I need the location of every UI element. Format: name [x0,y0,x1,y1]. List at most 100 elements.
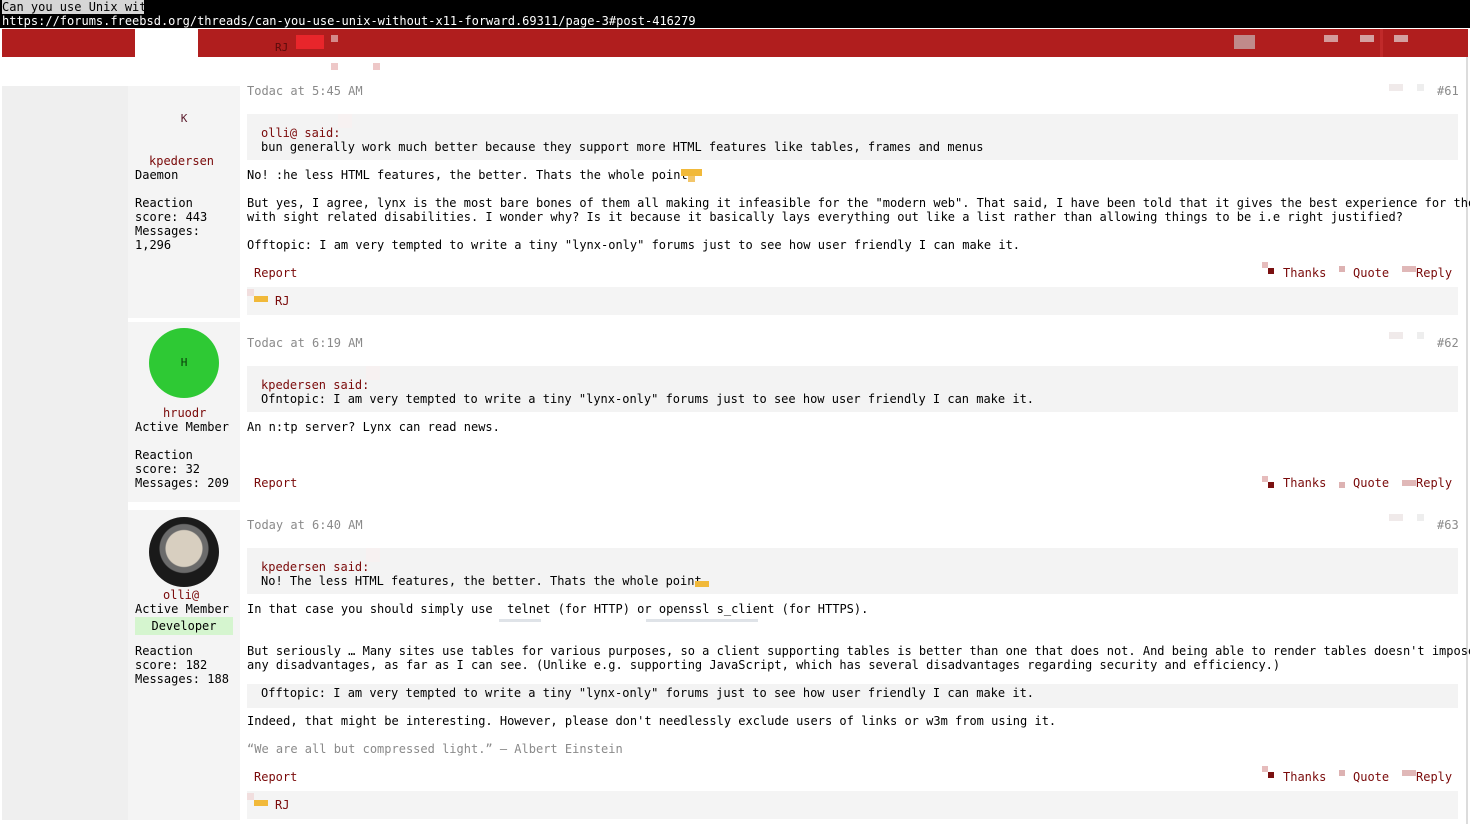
bookmark-icon[interactable] [1417,84,1424,91]
signature: “We are all but compressed light.” – Alb… [247,742,623,756]
post-paragraph: No! :he less HTML features, the better. … [247,168,688,182]
user-title: Active Member [135,420,229,434]
left-gutter [2,86,128,820]
thanks-link[interactable]: Thanks [1283,476,1326,490]
avatar[interactable]: K [149,84,219,154]
code-openssl: openssl s_client [658,602,775,616]
text-segment: (for HTTP) or [550,602,659,616]
title-bar [0,0,1470,14]
post-date[interactable]: Today at 6:40 AM [247,518,363,532]
thanks-icon-part [1268,772,1274,778]
reply-icon[interactable] [1402,266,1416,272]
title-input[interactable] [2,0,144,14]
inline-quote-text: Offtopic: I am very tempted to write a t… [261,686,1035,700]
code-telnet: telnet [507,602,551,616]
thanks-link[interactable]: Thanks [1283,770,1326,784]
share-icon[interactable] [1389,514,1403,521]
reactions-bar [247,791,1458,819]
quote-icon[interactable] [1339,482,1345,488]
quote-icon[interactable] [1339,266,1345,272]
quote-link[interactable]: Quote [1353,476,1389,490]
avatar[interactable] [149,517,219,587]
smile-emoji-icon [681,169,702,176]
reactions-bar [247,287,1458,315]
quote-author-link[interactable]: olli@ said: [261,126,340,140]
reaction-like-icon[interactable] [247,793,254,800]
bell-icon[interactable] [1360,35,1374,42]
quote-expand-icon[interactable] [338,114,352,128]
post-paragraph: In that case you should simply use telne… [247,602,868,616]
search-icon[interactable] [1394,35,1408,42]
text-segment: (for HTTPS). [774,602,869,616]
reaction-users-link[interactable]: RJ [275,294,289,308]
post-paragraph: But yes, I agree, lynx is the most bare … [247,196,1470,224]
frame-edge [1466,57,1468,824]
avatar-initial: H [180,356,188,369]
share-icon[interactable] [1389,332,1403,339]
smile-emoji-icon [695,581,709,587]
nav-tab-home[interactable] [135,29,198,57]
menu-icon[interactable] [331,35,338,42]
reaction-users-link[interactable]: RJ [275,798,289,812]
avatar[interactable]: H [149,328,219,398]
quote-link[interactable]: Quote [1353,770,1389,784]
report-link[interactable]: Report [254,476,297,490]
post-number[interactable]: #62 [1437,336,1459,350]
reply-link[interactable]: Reply [1416,770,1452,784]
post-paragraph: Indeed, that might be interesting. Howev… [247,714,1057,728]
user-title: Daemon [135,168,179,182]
nav-user-initials[interactable]: RJ [275,41,288,55]
username-link[interactable]: kpedersen [149,154,214,168]
quote-expand-icon[interactable] [366,548,380,562]
post-paragraph: But seriously … Many sites use tables fo… [247,644,1470,672]
reply-link[interactable]: Reply [1416,266,1452,280]
breadcrumb-icon [373,63,380,70]
share-icon[interactable] [1389,84,1403,91]
post-number[interactable]: #63 [1437,518,1459,532]
reaction-emoji-icon[interactable] [254,800,268,806]
quote-author-link[interactable]: kpedersen said: [261,560,369,574]
smile-emoji-icon-part [688,176,695,182]
thanks-link[interactable]: Thanks [1283,266,1326,280]
post-number[interactable]: #61 [1437,84,1459,98]
alert-icon[interactable] [296,35,324,49]
post-paragraph: Offtopic: I am very tempted to write a t… [247,238,1021,252]
quote-text: No! The less HTML features, the better. … [261,574,702,588]
text-segment: In that case you should simply use [247,602,500,616]
quote-icon[interactable] [1339,770,1345,776]
inline-code-underline [646,619,758,622]
reply-icon[interactable] [1402,770,1416,776]
avatar-initial: K [180,112,188,125]
bookmark-icon[interactable] [1417,332,1424,339]
user-stats: Reaction score: 32 Messages: 209 [135,448,229,490]
reply-link[interactable]: Reply [1416,476,1452,490]
account-icon[interactable] [1234,35,1255,49]
thanks-icon-part [1268,268,1274,274]
user-stats: Reaction score: 182 Messages: 188 [135,644,229,686]
developer-badge: Developer [135,617,233,635]
user-stats: Reaction score: 443 Messages: 1,296 [135,196,208,252]
report-link[interactable]: Report [254,266,297,280]
inbox-icon[interactable] [1324,35,1338,42]
bookmark-icon[interactable] [1417,514,1424,521]
url-bar[interactable]: https://forums.freebsd.org/threads/can-y… [0,14,1470,28]
post-paragraph: An n:tp server? Lynx can read news. [247,420,500,434]
breadcrumb-icon [331,63,338,70]
username-link[interactable]: olli@ [163,588,199,602]
post-date[interactable]: Todac at 6:19 AM [247,336,363,350]
report-link[interactable]: Report [254,770,297,784]
inline-code-underline [499,619,541,622]
thanks-icon-part [1268,482,1274,488]
quote-text: bun generally work much better because t… [261,140,984,154]
quote-author-link[interactable]: kpedersen said: [261,378,369,392]
quote-link[interactable]: Quote [1353,266,1389,280]
username-link[interactable]: hruodr [163,406,206,420]
user-title: Active Member [135,602,229,616]
reaction-emoji-icon[interactable] [254,296,268,302]
quote-expand-icon[interactable] [366,366,380,380]
reply-icon[interactable] [1402,480,1416,486]
quote-text: Ofntopic: I am very tempted to write a t… [261,392,1035,406]
reaction-like-icon[interactable] [247,289,254,296]
nav-divider [1380,29,1383,57]
post-date[interactable]: Todac at 5:45 AM [247,84,363,98]
